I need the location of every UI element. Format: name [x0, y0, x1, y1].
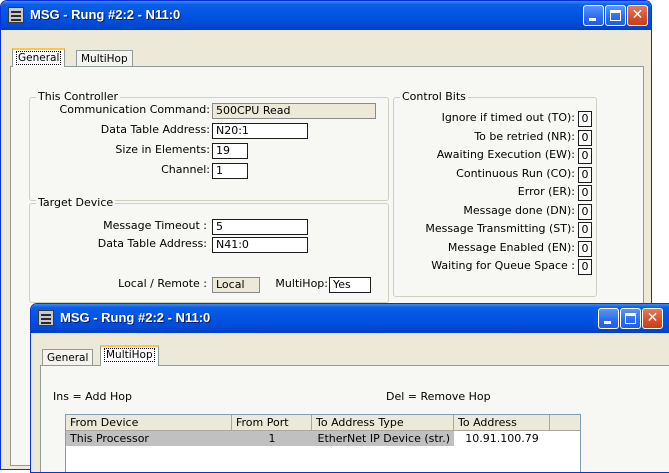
column-header-to-address[interactable]: To Address	[454, 415, 550, 431]
minimize-button[interactable]	[598, 308, 619, 329]
multihop-field[interactable]: Yes	[329, 277, 371, 293]
control-bit-label: Ignore if timed out (TO):	[441, 111, 575, 124]
close-icon: ✕	[646, 310, 659, 326]
control-bits-title: Control Bits	[400, 90, 468, 103]
control-bit-label: Message done (DN):	[463, 203, 575, 217]
control-bit-value[interactable]: 0	[578, 111, 592, 127]
control-bit-label: Awaiting Execution (EW):	[436, 148, 575, 161]
minimize-icon	[589, 18, 596, 21]
message-timeout-label: Message Timeout :	[103, 219, 207, 232]
tab-multihop[interactable]: MultiHop	[76, 50, 133, 67]
size-in-elements-label: Size in Elements:	[115, 143, 210, 156]
target-data-table-address-field[interactable]: N41:0	[212, 237, 308, 253]
tab-multihop-label: MultiHop	[81, 53, 128, 65]
delete-hop-hint: Del = Remove Hop	[386, 390, 491, 403]
msg-window-front: MSG - Rung #2:2 - N11:0 ✕ General MultiH…	[30, 303, 669, 473]
communication-command-label: Communication Command:	[59, 103, 210, 116]
control-bit-label: Continuous Run (CO):	[456, 166, 575, 180]
control-bit-value[interactable]: 0	[578, 259, 592, 275]
local-remote-field[interactable]: Local	[212, 277, 260, 293]
local-remote-label: Local / Remote :	[118, 277, 207, 290]
minimize-button[interactable]	[583, 5, 604, 26]
column-header-to-address-type[interactable]: To Address Type	[312, 415, 454, 431]
control-bit-label: Waiting for Queue Space :	[431, 259, 575, 272]
column-header-from-port[interactable]: From Port	[232, 415, 312, 431]
cell-to-address-type[interactable]: EtherNet IP Device (str.)	[312, 431, 454, 446]
this-controller-title: This Controller	[36, 90, 121, 103]
communication-command-field[interactable]: 500CPU Read	[212, 103, 376, 119]
tab-general-label: General	[15, 51, 62, 65]
window-title: MSG - Rung #2:2 - N11:0	[60, 310, 211, 325]
tab-multihop-label: MultiHop	[104, 348, 155, 362]
multihop-tab-panel: Ins = Add Hop Del = Remove Hop From Devi…	[40, 365, 669, 472]
maximize-icon	[625, 313, 636, 324]
app-icon	[38, 310, 54, 326]
multihop-label: MultiHop:	[275, 277, 328, 290]
control-bit-value[interactable]: 0	[578, 203, 592, 220]
column-header-from-device[interactable]: From Device	[66, 415, 232, 431]
cell-to-address[interactable]: 10.91.100.79	[454, 431, 550, 446]
insert-hop-hint: Ins = Add Hop	[53, 390, 132, 403]
control-bit-label: To be retried (NR):	[474, 129, 575, 143]
size-in-elements-field[interactable]: 19	[212, 143, 248, 159]
control-bit-value[interactable]: 0	[578, 148, 592, 164]
title-bar[interactable]: MSG - Rung #2:2 - N11:0 ✕	[1, 1, 651, 30]
cell-from-device[interactable]: This Processor	[66, 431, 232, 446]
maximize-icon	[610, 10, 621, 21]
close-button[interactable]: ✕	[642, 308, 663, 329]
window-title: MSG - Rung #2:2 - N11:0	[30, 7, 181, 22]
control-bit-value[interactable]: 0	[578, 222, 592, 238]
tab-multihop[interactable]: MultiHop	[100, 345, 159, 366]
tab-general[interactable]: General	[42, 349, 94, 366]
target-data-table-address-label: Data Table Address:	[97, 237, 207, 250]
maximize-button[interactable]	[605, 5, 626, 26]
channel-label: Channel:	[161, 163, 210, 176]
control-bit-label: Error (ER):	[517, 185, 575, 198]
minimize-icon	[604, 321, 611, 324]
message-timeout-field[interactable]: 5	[212, 219, 308, 235]
target-device-title: Target Device	[36, 196, 116, 209]
control-bit-value[interactable]: 0	[578, 240, 592, 257]
hop-table[interactable]: From Device From Port To Address Type To…	[65, 414, 581, 472]
control-bit-value[interactable]: 0	[578, 166, 592, 183]
title-bar[interactable]: MSG - Rung #2:2 - N11:0 ✕	[31, 304, 669, 333]
app-icon	[8, 7, 24, 23]
data-table-address-label: Data Table Address:	[100, 123, 210, 136]
tab-general[interactable]: General	[12, 48, 66, 67]
cell-from-port[interactable]: 1	[232, 431, 312, 446]
control-bit-label: Message Enabled (EN):	[447, 240, 575, 254]
tab-general-label: General	[47, 352, 89, 364]
data-table-address-field[interactable]: N20:1	[212, 123, 308, 139]
column-header-filler	[550, 415, 580, 431]
maximize-button[interactable]	[620, 308, 641, 329]
close-button[interactable]: ✕	[627, 5, 648, 26]
control-bit-label: Message Transmitting (ST):	[425, 222, 575, 235]
control-bit-value[interactable]: 0	[578, 185, 592, 201]
channel-field[interactable]: 1	[212, 163, 248, 179]
close-icon: ✕	[631, 7, 644, 23]
control-bit-value[interactable]: 0	[578, 129, 592, 146]
